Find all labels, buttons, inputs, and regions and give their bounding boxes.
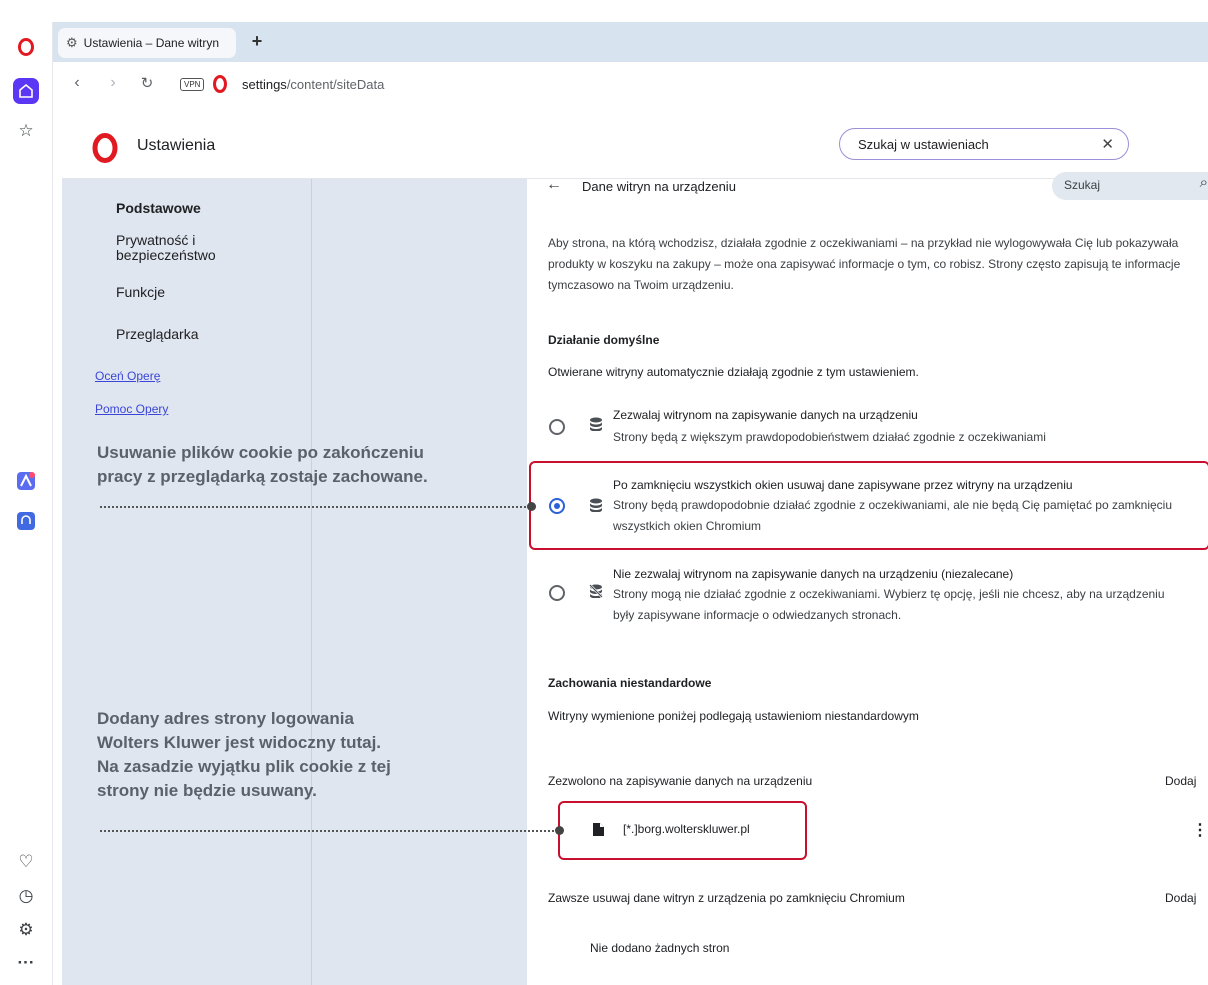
annotation-text-2b: Wolters Kluwer jest widoczny tutaj. <box>97 733 382 752</box>
settings-gear-icon[interactable]: ⚙ <box>13 917 39 943</box>
opera-help-link[interactable]: Pomoc Opery <box>95 402 168 416</box>
database-icon <box>590 417 602 431</box>
nav-item-browser[interactable]: Przeglądarka <box>116 326 199 342</box>
search-icon: ⌕ <box>1199 174 1208 191</box>
vpn-badge[interactable]: VPN <box>180 78 205 91</box>
new-tab-button[interactable]: + <box>246 30 268 52</box>
annotation-leader-2 <box>100 830 558 832</box>
more-vert-icon[interactable]: ⋮ <box>1192 820 1208 840</box>
home-icon[interactable] <box>13 78 39 104</box>
opera-sidebar: ☆ ♡ ◷ ⚙ ··· <box>0 22 53 985</box>
custom-description: Witryny wymienione poniżej podlegają ust… <box>548 709 919 723</box>
aria-icon[interactable] <box>13 468 39 494</box>
tab-settings[interactable]: ⚙ Ustawienia – Dane witryn <box>58 28 236 58</box>
annotation-text-2a: Dodany adres strony logowania <box>97 709 354 728</box>
gear-icon: ⚙ <box>66 35 78 50</box>
close-icon[interactable]: ✕ <box>1101 135 1114 153</box>
option-block-title: Nie zezwalaj witrynom na zapisywanie dan… <box>613 567 1014 581</box>
section-title: Dane witryn na urządzeniu <box>582 179 736 194</box>
option-block-desc: Strony mogą nie działać zgodnie z oczeki… <box>613 587 1165 622</box>
file-icon <box>593 823 604 836</box>
custom-heading: Zachowania niestandardowe <box>548 676 712 690</box>
option-clear-desc: Strony będą prawdopodobnie działać zgodn… <box>613 498 1173 533</box>
annotation-text-1b: pracy z przeglądarką zostaje zachowane. <box>97 467 428 486</box>
annotation-text-2d: strony nie będzie usuwany. <box>97 781 317 800</box>
default-description: Otwierane witryny automatycznie działają… <box>548 365 919 379</box>
radio-clear-on-exit[interactable] <box>549 498 565 514</box>
opera-logo-icon[interactable] <box>13 34 39 60</box>
add-clear-button[interactable]: Dodaj <box>1165 891 1196 905</box>
forward-icon[interactable]: › <box>103 74 123 92</box>
database-off-icon <box>589 584 603 598</box>
radio-allow[interactable] <box>549 419 565 435</box>
site-search-input[interactable]: Szukaj ⌕ <box>1052 172 1208 200</box>
database-icon <box>590 498 602 512</box>
clear-on-exit-label: Zawsze usuwaj dane witryn z urządzenia p… <box>548 891 905 905</box>
annotation-text-1a: Usuwanie plików cookie po zakończeniu <box>97 443 424 462</box>
url-field[interactable]: settings/content/siteData <box>242 77 384 92</box>
default-heading: Działanie domyślne <box>548 333 660 347</box>
option-allow-desc: Strony będą z większym prawdopodobieństw… <box>613 430 1046 444</box>
back-icon[interactable]: ‹ <box>67 74 87 92</box>
rate-opera-link[interactable]: Oceń Operę <box>95 369 160 383</box>
annotation-dot-2 <box>555 826 564 835</box>
window-top-strip <box>0 0 1208 23</box>
opera-logo-icon <box>213 75 227 93</box>
heart-icon[interactable]: ♡ <box>13 849 39 875</box>
radio-block[interactable] <box>549 585 565 601</box>
star-icon[interactable]: ☆ <box>13 118 39 144</box>
nav-item-features[interactable]: Funkcje <box>116 284 165 300</box>
history-icon[interactable]: ◷ <box>13 883 39 909</box>
intro-text: Aby strona, na którą wchodzisz, działała… <box>548 236 1181 292</box>
page-title: Ustawienia <box>137 137 216 154</box>
option-clear-title: Po zamknięciu wszystkich okien usuwaj da… <box>613 478 1073 492</box>
more-icon[interactable]: ··· <box>13 950 39 976</box>
option-allow-title: Zezwalaj witrynom na zapisywanie danych … <box>613 408 918 422</box>
divider <box>311 179 312 985</box>
nav-item-basic[interactable]: Podstawowe <box>116 200 201 216</box>
settings-search-input[interactable]: Szukaj w ustawieniach ✕ <box>839 128 1129 160</box>
allowed-site[interactable]: [*.]borg.wolterskluwer.pl <box>623 822 750 836</box>
tab-title: Ustawienia – Dane witryn <box>83 36 220 50</box>
reload-icon[interactable]: ↻ <box>137 74 157 92</box>
annotation-leader-1 <box>100 506 530 508</box>
opera-logo-icon <box>92 133 118 163</box>
empty-list-text: Nie dodano żadnych stron <box>590 941 730 955</box>
annotation-text-2c: Na zasadzie wyjątku plik cookie z tej <box>97 757 391 776</box>
add-allowed-button[interactable]: Dodaj <box>1165 774 1196 788</box>
nav-item-privacy[interactable]: Prywatność i bezpieczeństwo <box>116 233 266 263</box>
annotation-dot-1 <box>527 502 536 511</box>
back-arrow-icon[interactable]: ← <box>546 176 562 194</box>
allowed-label: Zezwolono na zapisywanie danych na urząd… <box>548 774 813 788</box>
music-player-icon[interactable] <box>13 508 39 534</box>
content-panel <box>527 179 1208 985</box>
